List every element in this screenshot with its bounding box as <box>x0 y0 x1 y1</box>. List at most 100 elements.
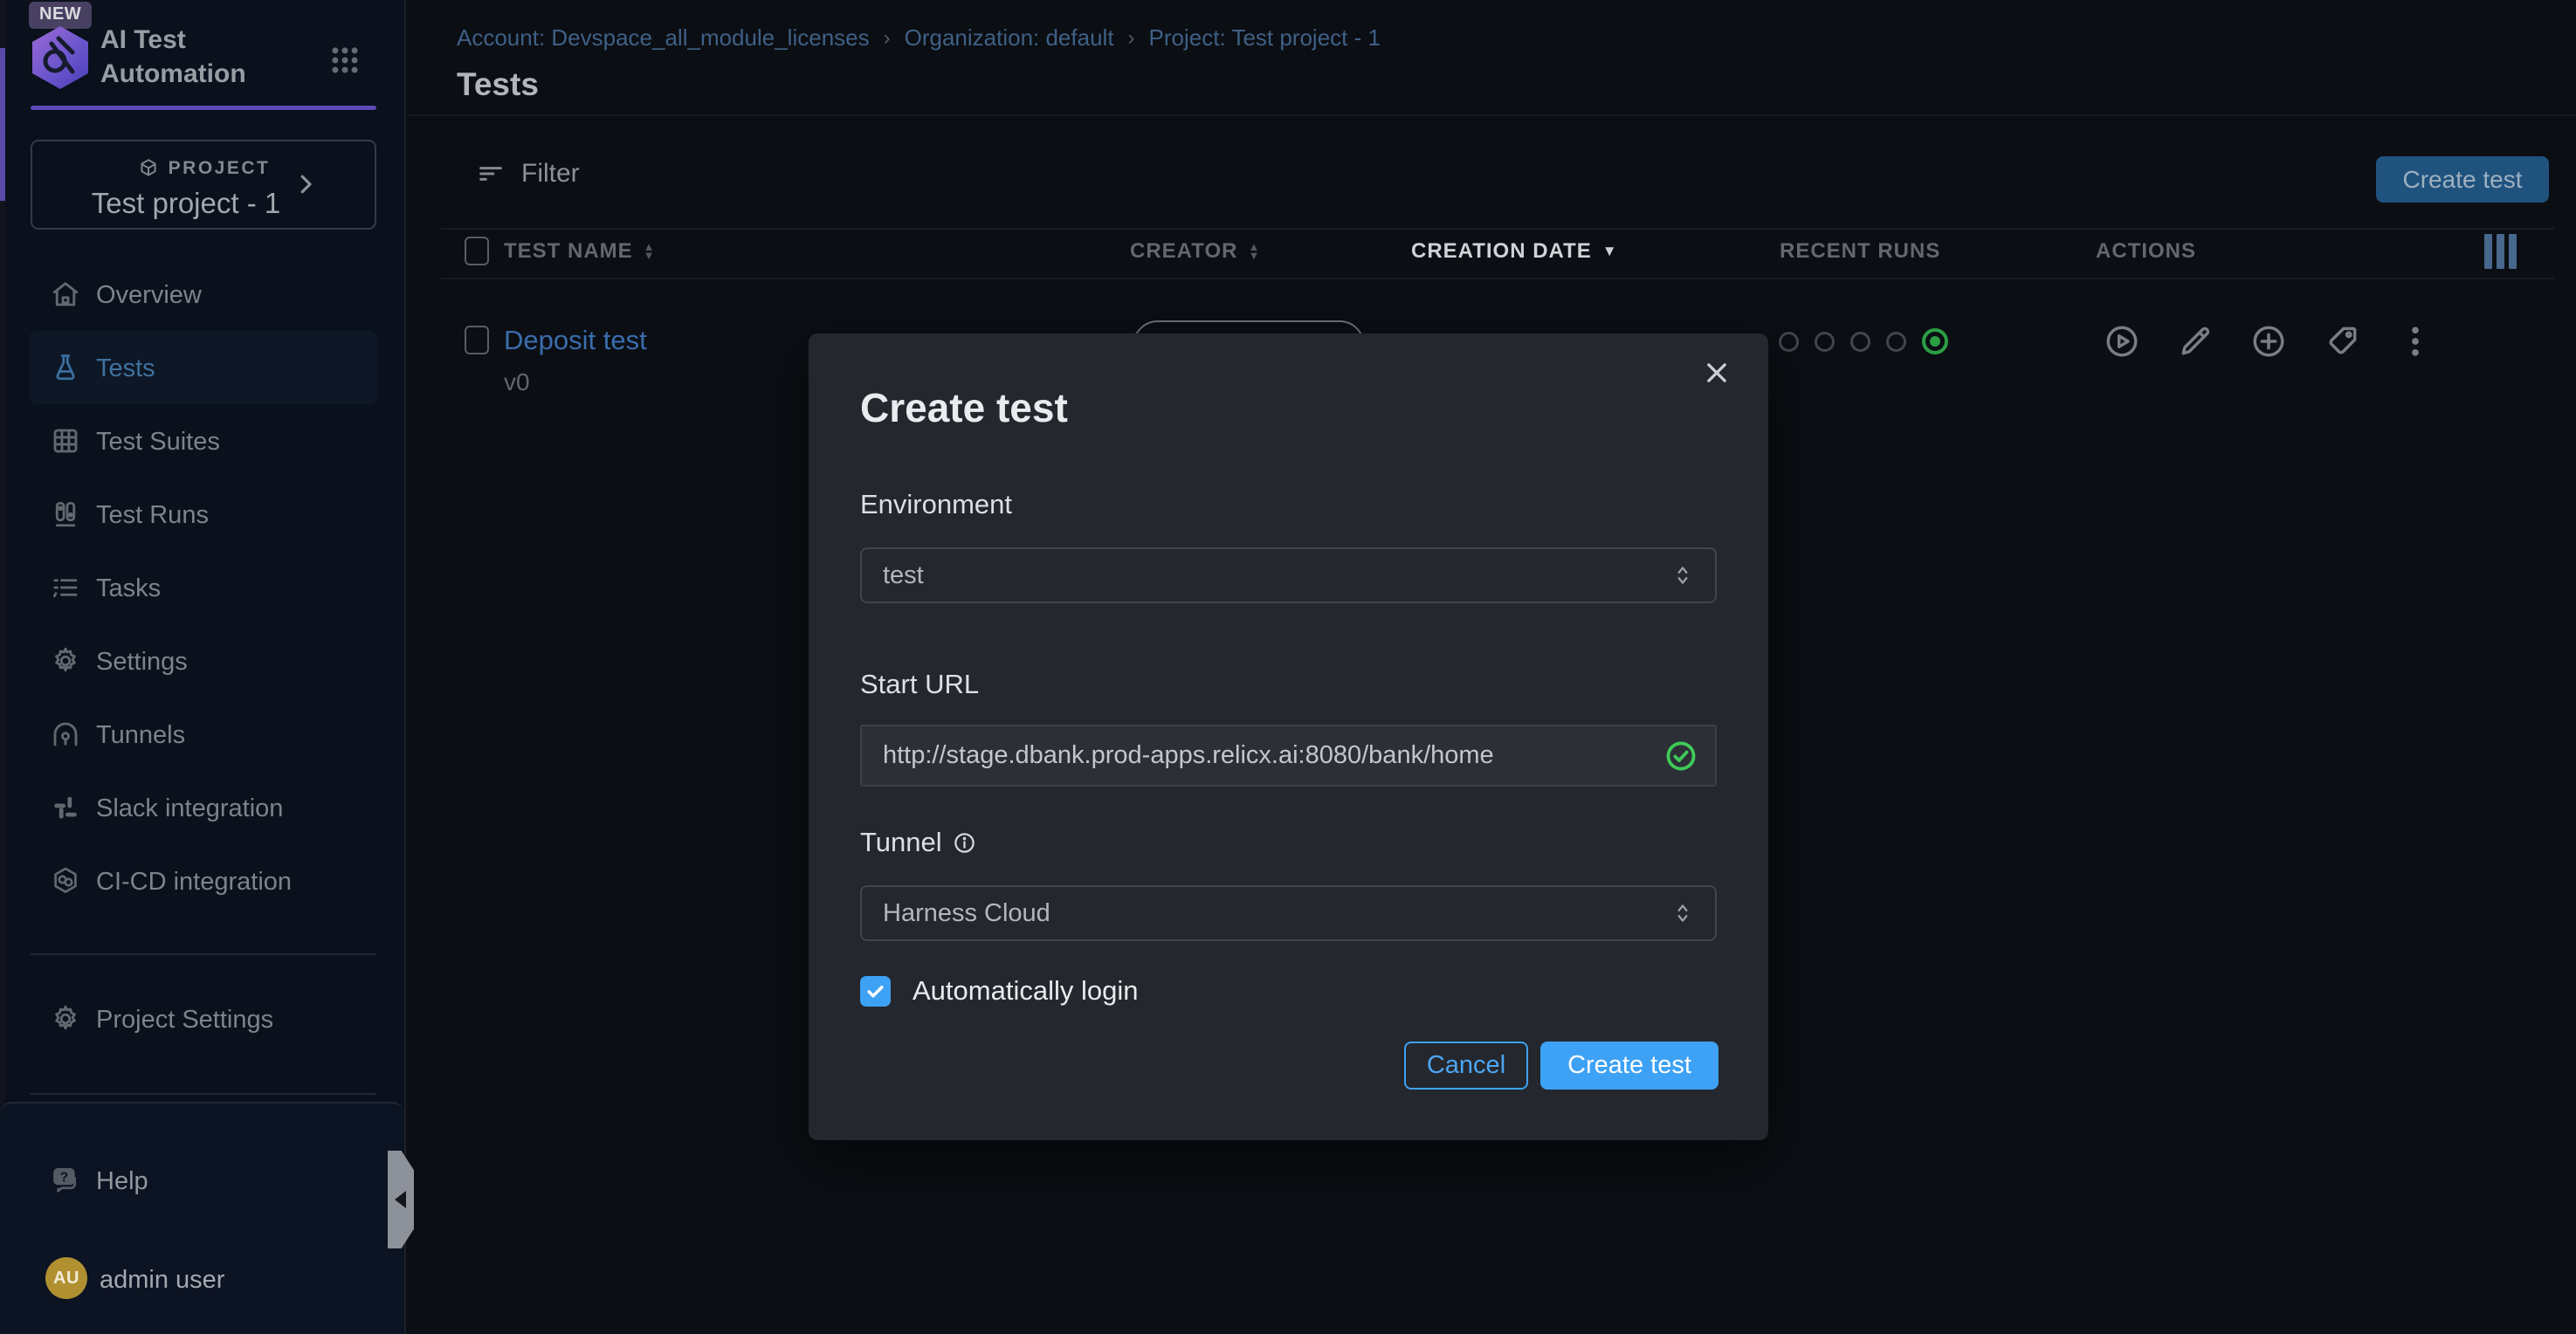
page-title: Tests <box>457 66 539 103</box>
cancel-button[interactable]: Cancel <box>1404 1042 1528 1090</box>
help-chat-icon: ? <box>48 1162 85 1199</box>
column-header-creation-date[interactable]: CREATION DATE ▼ <box>1411 239 1618 264</box>
modal-title: Create test <box>860 384 1068 431</box>
auto-login-label: Automatically login <box>913 975 1138 1007</box>
sidebar-divider <box>31 1093 376 1095</box>
sidebar-scrollbar-thumb[interactable] <box>0 48 5 201</box>
brand-name-line1: AI Test <box>100 23 246 57</box>
more-actions-icon[interactable] <box>2396 322 2435 361</box>
sidebar: NEW AI Test Automation <box>0 0 406 1334</box>
collapse-arrow-icon <box>395 1191 406 1208</box>
url-valid-check-icon <box>1664 739 1698 773</box>
create-test-button-toolbar[interactable]: Create test <box>2376 156 2549 203</box>
sidebar-item-label: Overview <box>96 281 202 310</box>
sort-icon: ▲▼ <box>1248 243 1260 260</box>
sidebar-item-label: Tunnels <box>96 721 185 750</box>
sidebar-item-label: Tasks <box>96 574 161 603</box>
sidebar-divider <box>31 953 376 955</box>
sidebar-item-label: Project Settings <box>96 1006 273 1035</box>
create-test-modal: Create test Environment test Start URL T… <box>809 334 1768 1140</box>
sidebar-item-cicd-integration[interactable]: CI-CD integration <box>0 844 406 918</box>
gear-icon <box>50 645 81 677</box>
column-header-test-name[interactable]: TEST NAME ▲▼ <box>504 239 656 264</box>
project-selector-label: PROJECT <box>169 158 271 179</box>
environment-value: test <box>883 561 1671 590</box>
sidebar-item-test-suites[interactable]: Test Suites <box>0 404 406 478</box>
add-icon[interactable] <box>2249 322 2288 361</box>
cube-icon <box>137 157 160 180</box>
sidebar-item-label: Test Runs <box>96 501 209 530</box>
tunnel-value: Harness Cloud <box>883 899 1671 928</box>
sidebar-item-help[interactable]: ? Help <box>0 1148 404 1214</box>
create-test-submit-button[interactable]: Create test <box>1540 1042 1718 1090</box>
sidebar-item-label: Test Suites <box>96 428 220 457</box>
sort-icon: ▲▼ <box>644 243 656 260</box>
test-name-link[interactable]: Deposit test <box>504 325 647 356</box>
edit-icon[interactable] <box>2176 322 2214 361</box>
run-status-empty-icon[interactable] <box>1779 332 1799 352</box>
close-icon[interactable] <box>1702 358 1732 388</box>
sidebar-item-tunnels[interactable]: Tunnels <box>0 698 406 771</box>
cicd-icon <box>50 865 81 897</box>
column-header-creator[interactable]: CREATOR ▲▼ <box>1130 239 1260 264</box>
start-url-input[interactable] <box>883 741 1664 770</box>
breadcrumb-account[interactable]: Account: Devspace_all_module_licenses <box>457 24 870 52</box>
run-status-passed-icon[interactable] <box>1922 328 1948 354</box>
sidebar-item-tests[interactable]: Tests <box>29 331 377 404</box>
gear-icon <box>50 1003 81 1035</box>
info-icon[interactable] <box>953 831 976 855</box>
column-settings-icon[interactable] <box>2484 234 2517 269</box>
brand-name: AI Test Automation <box>100 23 246 91</box>
tag-icon[interactable] <box>2323 322 2361 361</box>
sidebar-item-label: Tests <box>96 354 155 383</box>
test-runs-icon <box>50 499 81 530</box>
sidebar-item-settings[interactable]: Settings <box>0 624 406 698</box>
chevron-right-icon <box>293 171 319 197</box>
select-chevrons-icon <box>1671 900 1694 926</box>
auto-login-checkbox[interactable] <box>860 976 891 1007</box>
apps-grid-icon[interactable] <box>328 44 362 77</box>
environment-select[interactable]: test <box>860 547 1717 603</box>
filter-icon <box>476 159 506 189</box>
user-name: admin user <box>100 1266 224 1295</box>
auto-login-row[interactable]: Automatically login <box>860 975 1138 1007</box>
flask-icon <box>50 352 81 383</box>
column-header-actions: ACTIONS <box>2096 239 2196 264</box>
breadcrumb-separator-icon: › <box>884 26 891 51</box>
slack-icon <box>50 792 81 823</box>
environment-label: Environment <box>860 489 1012 520</box>
run-status-empty-icon[interactable] <box>1815 332 1835 352</box>
sidebar-item-project-settings[interactable]: Project Settings <box>0 982 406 1056</box>
column-header-recent-runs: RECENT RUNS <box>1780 239 1940 264</box>
project-selector[interactable]: PROJECT Test project - 1 <box>31 140 376 230</box>
new-badge: NEW <box>29 2 92 29</box>
app-logo-icon <box>32 26 88 89</box>
breadcrumb-project[interactable]: Project: Test project - 1 <box>1149 24 1381 52</box>
tunnel-select[interactable]: Harness Cloud <box>860 885 1717 941</box>
sidebar-item-overview[interactable]: Overview <box>0 258 406 331</box>
run-test-icon[interactable] <box>2103 322 2141 361</box>
task-list-icon <box>50 572 81 603</box>
table-header-border <box>441 278 2554 279</box>
run-status-empty-icon[interactable] <box>1850 332 1870 352</box>
run-status-empty-icon[interactable] <box>1886 332 1906 352</box>
row-checkbox[interactable] <box>465 326 489 354</box>
recent-runs <box>1779 328 1948 354</box>
filter-button[interactable]: Filter <box>476 159 580 189</box>
sidebar-item-test-runs[interactable]: Test Runs <box>0 478 406 551</box>
sidebar-item-label: CI-CD integration <box>96 868 292 897</box>
sidebar-collapse-handle[interactable] <box>388 1151 414 1248</box>
user-menu[interactable]: AU admin user <box>0 1248 404 1310</box>
avatar: AU <box>45 1257 87 1299</box>
filter-label: Filter <box>521 159 580 189</box>
breadcrumb-organization[interactable]: Organization: default <box>905 24 1114 52</box>
table-header-border <box>441 228 2554 230</box>
breadcrumb-separator-icon: › <box>1128 26 1135 51</box>
sidebar-item-slack-integration[interactable]: Slack integration <box>0 771 406 844</box>
select-all-checkbox[interactable] <box>465 237 489 265</box>
breadcrumb: Account: Devspace_all_module_licenses › … <box>457 24 1381 52</box>
column-header-label: RECENT RUNS <box>1780 239 1940 264</box>
sidebar-item-tasks[interactable]: Tasks <box>0 551 406 624</box>
column-header-label: TEST NAME <box>504 239 633 264</box>
home-icon <box>50 278 81 310</box>
